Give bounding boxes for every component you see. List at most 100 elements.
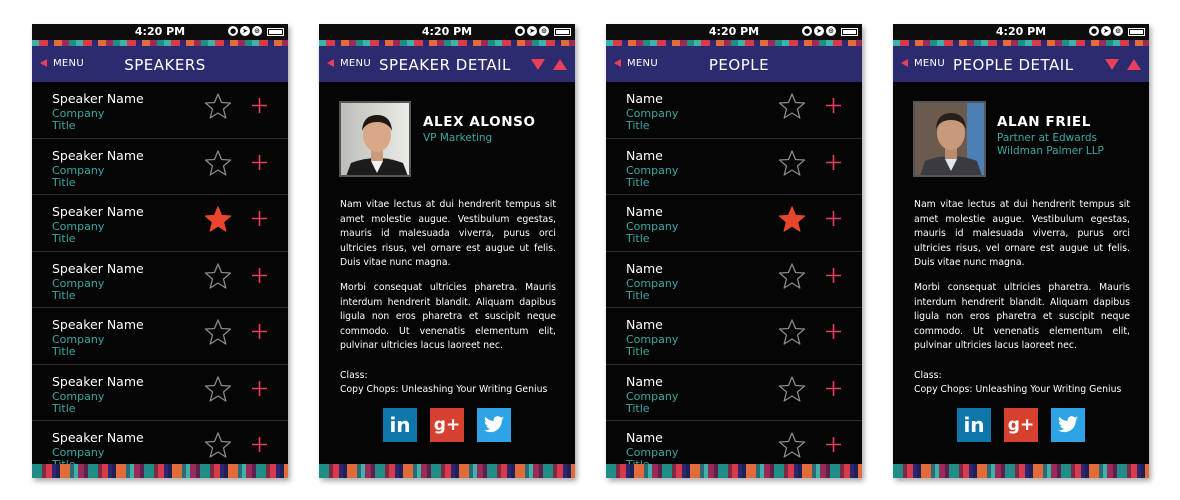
item-name: Name — [626, 147, 663, 163]
star-outline-icon[interactable] — [204, 375, 232, 403]
star-outline-icon[interactable] — [778, 262, 806, 290]
class-value[interactable]: Copy Chops: Unleashing Your Writing Geni… — [340, 384, 547, 395]
decorative-pattern-bottom — [606, 464, 862, 478]
location-icon: ➤ — [1101, 26, 1111, 36]
list-item[interactable]: NameCompanyTitle — [606, 308, 862, 365]
list-item[interactable]: Speaker NameCompanyTitle — [32, 195, 288, 252]
alarm-icon: ● — [1089, 26, 1099, 36]
item-name: Speaker Name — [52, 373, 144, 389]
list-item[interactable]: NameCompanyTitle — [606, 139, 862, 195]
navbar: MENU PEOPLE DETAIL — [893, 46, 1149, 82]
add-icon[interactable] — [826, 154, 841, 170]
menu-label: MENU — [914, 58, 945, 69]
item-title: Title — [52, 401, 76, 415]
star-outline-icon[interactable] — [204, 262, 232, 290]
add-icon[interactable] — [826, 267, 841, 283]
twitter-icon[interactable] — [477, 408, 511, 442]
star-outline-icon[interactable] — [778, 318, 806, 346]
star-filled-icon[interactable] — [204, 205, 232, 233]
previous-arrow-icon[interactable] — [553, 59, 567, 70]
star-outline-icon[interactable] — [204, 318, 232, 346]
detail-body: ALEX ALONSO VP Marketing Nam vitae lectu… — [319, 82, 575, 464]
status-time: 4:20 PM — [995, 25, 1047, 38]
add-icon[interactable] — [252, 211, 267, 226]
lock-rotation-icon: ⊙ — [1113, 26, 1123, 36]
page-title: SPEAKERS — [124, 56, 206, 74]
item-name: Name — [626, 204, 663, 219]
item-name: Speaker Name — [52, 430, 144, 445]
add-icon[interactable] — [252, 380, 267, 396]
previous-arrow-icon[interactable] — [1127, 59, 1141, 70]
add-icon[interactable] — [252, 98, 267, 113]
lock-rotation-icon: ⊙ — [826, 26, 836, 36]
status-bar: 4:20 PM ● ➤ ⊙ — [32, 24, 288, 40]
speaker-name: ALEX ALONSO — [423, 114, 536, 130]
add-icon[interactable] — [252, 324, 267, 339]
star-filled-icon[interactable] — [778, 205, 806, 233]
speaker-photo — [339, 101, 411, 177]
list-item[interactable]: Speaker NameCompanyTitle — [32, 139, 288, 195]
add-icon[interactable] — [252, 267, 267, 283]
item-title: Title — [52, 119, 76, 132]
add-icon[interactable] — [826, 211, 841, 226]
linkedin-icon[interactable]: in — [383, 408, 417, 442]
status-time: 4:20 PM — [708, 25, 760, 38]
next-arrow-icon[interactable] — [1105, 59, 1119, 70]
list-item[interactable]: Speaker NameCompanyTitle — [32, 252, 288, 308]
twitter-icon[interactable] — [1051, 408, 1085, 442]
social-links: in g+ — [319, 408, 575, 442]
next-arrow-icon[interactable] — [531, 59, 545, 70]
people-screen: 4:20 PM ● ➤ ⊙ MENU PEOPLE Name Company Title… — [606, 24, 862, 478]
list-item[interactable]: NameCompanyTitle — [606, 82, 862, 139]
add-icon[interactable] — [826, 98, 841, 113]
detail-body: ALAN FRIEL Partner at Edwards Wildman Pa… — [893, 82, 1149, 464]
battery-icon — [267, 28, 284, 36]
navbar: MENU PEOPLE — [606, 46, 862, 82]
back-arrow-icon — [327, 59, 334, 67]
bio-paragraph-1: Nam vitae lectus at dui hendrerit tempus… — [914, 199, 1130, 268]
decorative-pattern-bottom — [319, 464, 575, 478]
star-outline-icon[interactable] — [204, 431, 232, 459]
item-name: Name — [626, 373, 663, 389]
item-name: Speaker Name — [52, 204, 144, 219]
list-item[interactable]: NameCompanyTitle — [606, 195, 862, 252]
page-title: SPEAKER DETAIL — [379, 56, 511, 74]
star-outline-icon[interactable] — [204, 149, 232, 177]
speaker-role: VP Marketing — [423, 132, 493, 144]
star-outline-icon[interactable] — [204, 92, 232, 120]
add-icon[interactable] — [826, 380, 841, 396]
star-outline-icon[interactable] — [778, 92, 806, 120]
google-plus-icon[interactable]: g+ — [430, 408, 464, 442]
add-icon[interactable] — [252, 437, 267, 452]
add-icon[interactable] — [826, 437, 841, 452]
list-item[interactable]: Speaker NameCompanyTitle — [32, 365, 288, 421]
star-outline-icon[interactable] — [778, 431, 806, 459]
page-title: PEOPLE DETAIL — [953, 56, 1074, 74]
linkedin-icon[interactable]: in — [957, 408, 991, 442]
speaker-list: Speaker Name Company Title Speaker Name Comp… — [32, 82, 288, 478]
list-item[interactable]: Speaker NameCompanyTitle — [32, 308, 288, 365]
list-item[interactable]: NameCompanyTitle — [606, 252, 862, 308]
star-outline-icon[interactable] — [778, 149, 806, 177]
navbar: MENU SPEAKER DETAIL — [319, 46, 575, 82]
item-title: Title — [52, 288, 76, 302]
star-outline-icon[interactable] — [778, 375, 806, 403]
google-plus-icon[interactable]: g+ — [1004, 408, 1038, 442]
back-arrow-icon — [901, 59, 908, 67]
lock-rotation-icon: ⊙ — [252, 26, 262, 36]
add-icon[interactable] — [826, 324, 841, 339]
navbar: MENU SPEAKERS — [32, 46, 288, 82]
list-item[interactable]: Speaker NameCompanyTitle — [32, 82, 288, 139]
people-list: Name Company Title Name Company Title Name Comp… — [606, 82, 862, 478]
speakers-screen: 4:20 PM ● ➤ ⊙ MENU SPEAKERS Speaker Name Co… — [32, 24, 288, 478]
menu-button[interactable]: MENU — [327, 58, 371, 69]
menu-button[interactable]: MENU — [901, 58, 945, 69]
list-item[interactable]: NameCompanyTitle — [606, 365, 862, 421]
person-photo — [913, 101, 986, 177]
add-icon[interactable] — [252, 154, 267, 170]
status-time: 4:20 PM — [421, 25, 473, 38]
item-title: Title — [626, 175, 650, 189]
class-value[interactable]: Copy Chops: Unleashing Your Writing Geni… — [914, 384, 1121, 395]
item-name: Name — [626, 260, 663, 276]
item-name: Name — [626, 317, 663, 332]
